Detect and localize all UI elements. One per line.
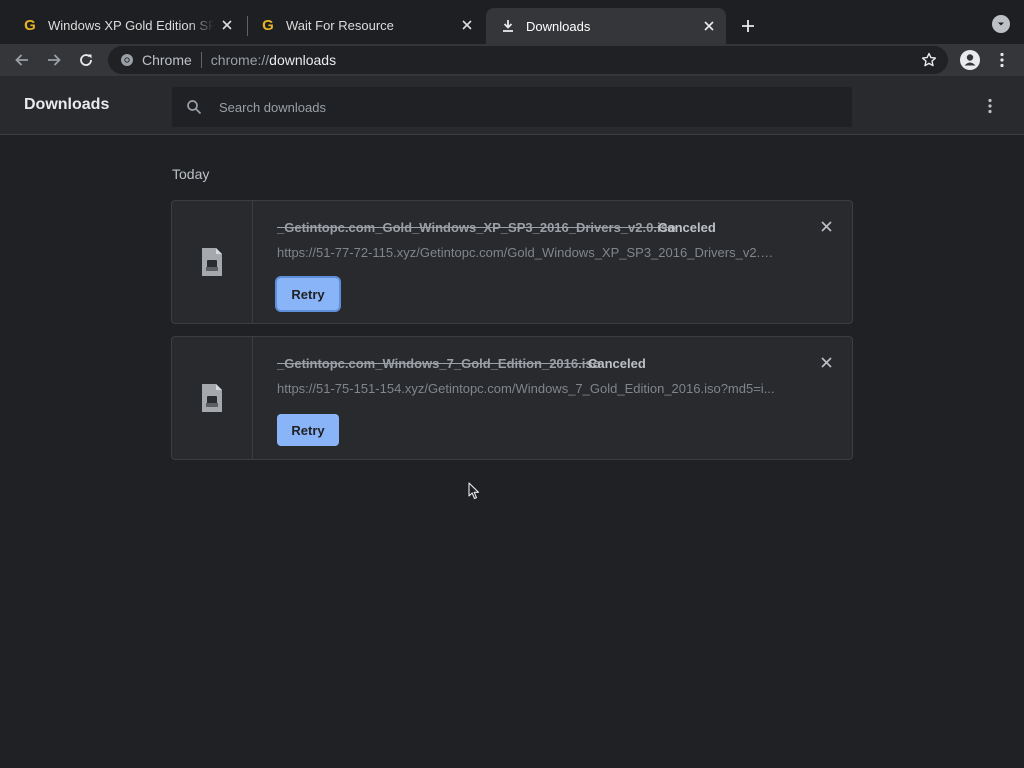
forward-button[interactable]	[42, 48, 66, 72]
tab-title: Wait For Resource	[286, 17, 394, 33]
browser-toolbar: Chrome chrome://downloads	[0, 44, 1024, 76]
browser-menu-button[interactable]	[990, 48, 1014, 72]
chrome-logo-icon	[120, 53, 134, 67]
new-tab-button[interactable]	[736, 14, 760, 38]
address-bar[interactable]: Chrome chrome://downloads	[108, 46, 948, 74]
avatar-icon	[960, 50, 980, 70]
download-url[interactable]: https://51-75-151-154.xyz/Getintopc.com/…	[277, 381, 777, 396]
remove-from-list-button[interactable]	[818, 218, 834, 234]
back-button[interactable]	[10, 48, 34, 72]
close-icon	[820, 356, 832, 368]
download-status: Canceled	[658, 220, 716, 235]
chevron-down-icon	[998, 22, 1004, 26]
profile-button[interactable]	[957, 47, 983, 73]
download-item: _Getintopc.com_Gold_Windows_XP_SP3_2016_…	[171, 200, 853, 324]
page-title: Downloads	[24, 96, 110, 113]
reload-icon	[80, 54, 92, 66]
search-icon	[185, 98, 203, 116]
getintopc-g-icon: G	[260, 17, 276, 33]
close-icon[interactable]	[218, 16, 236, 34]
downloads-header: Downloads	[0, 76, 1024, 135]
download-url[interactable]: https://51-77-72-115.xyz/Getintopc.com/G…	[277, 245, 777, 260]
search-box[interactable]	[172, 87, 852, 127]
file-icon-container	[172, 337, 253, 459]
svg-text:G: G	[262, 17, 274, 33]
download-status: Canceled	[588, 356, 646, 371]
retry-button[interactable]: Retry	[277, 278, 339, 310]
tab-title: Downloads	[526, 18, 591, 34]
close-icon	[820, 220, 832, 232]
retry-button[interactable]: Retry	[277, 414, 339, 446]
tab-strip: G Windows XP Gold Edition SP3 G Wait For…	[0, 0, 1024, 44]
reload-button[interactable]	[74, 48, 98, 72]
getintopc-g-icon: G	[22, 17, 38, 33]
bookmark-star-icon[interactable]	[920, 51, 938, 69]
close-icon[interactable]	[700, 17, 718, 35]
close-icon[interactable]	[458, 16, 476, 34]
download-filename[interactable]: _Getintopc.com_Gold_Windows_XP_SP3_2016_…	[277, 220, 676, 235]
search-input[interactable]	[217, 98, 817, 116]
remove-from-list-button[interactable]	[818, 354, 834, 370]
arrow-right-icon	[48, 54, 61, 66]
mouse-cursor-icon	[468, 482, 480, 500]
omnibox-divider	[200, 52, 202, 68]
downloads-menu-button[interactable]	[980, 96, 1000, 116]
tab-downloads[interactable]: Downloads	[486, 8, 726, 44]
download-filename[interactable]: _Getintopc.com_Windows_7_Gold_Edition_20…	[277, 356, 601, 371]
tab-wait-for-resource[interactable]: G Wait For Resource	[246, 8, 484, 42]
download-icon	[500, 18, 516, 34]
plus-icon	[742, 20, 754, 32]
file-icon	[202, 248, 222, 276]
url-scheme: chrome://	[210, 52, 270, 68]
svg-text:G: G	[24, 17, 36, 33]
file-icon	[202, 384, 222, 412]
kebab-menu-icon	[988, 98, 992, 114]
tab-windows-xp[interactable]: G Windows XP Gold Edition SP3	[8, 8, 244, 42]
kebab-menu-icon	[1000, 52, 1004, 68]
url-path: downloads	[269, 52, 337, 68]
site-label: Chrome	[142, 52, 192, 68]
tab-search-button[interactable]	[992, 15, 1010, 33]
file-icon-container	[172, 201, 253, 323]
site-info-chip[interactable]: Chrome	[120, 52, 192, 68]
download-item: _Getintopc.com_Windows_7_Gold_Edition_20…	[171, 336, 853, 460]
date-section-label: Today	[172, 166, 210, 182]
tab-title: Windows XP Gold Edition SP3	[48, 17, 214, 33]
arrow-left-icon	[15, 54, 28, 66]
